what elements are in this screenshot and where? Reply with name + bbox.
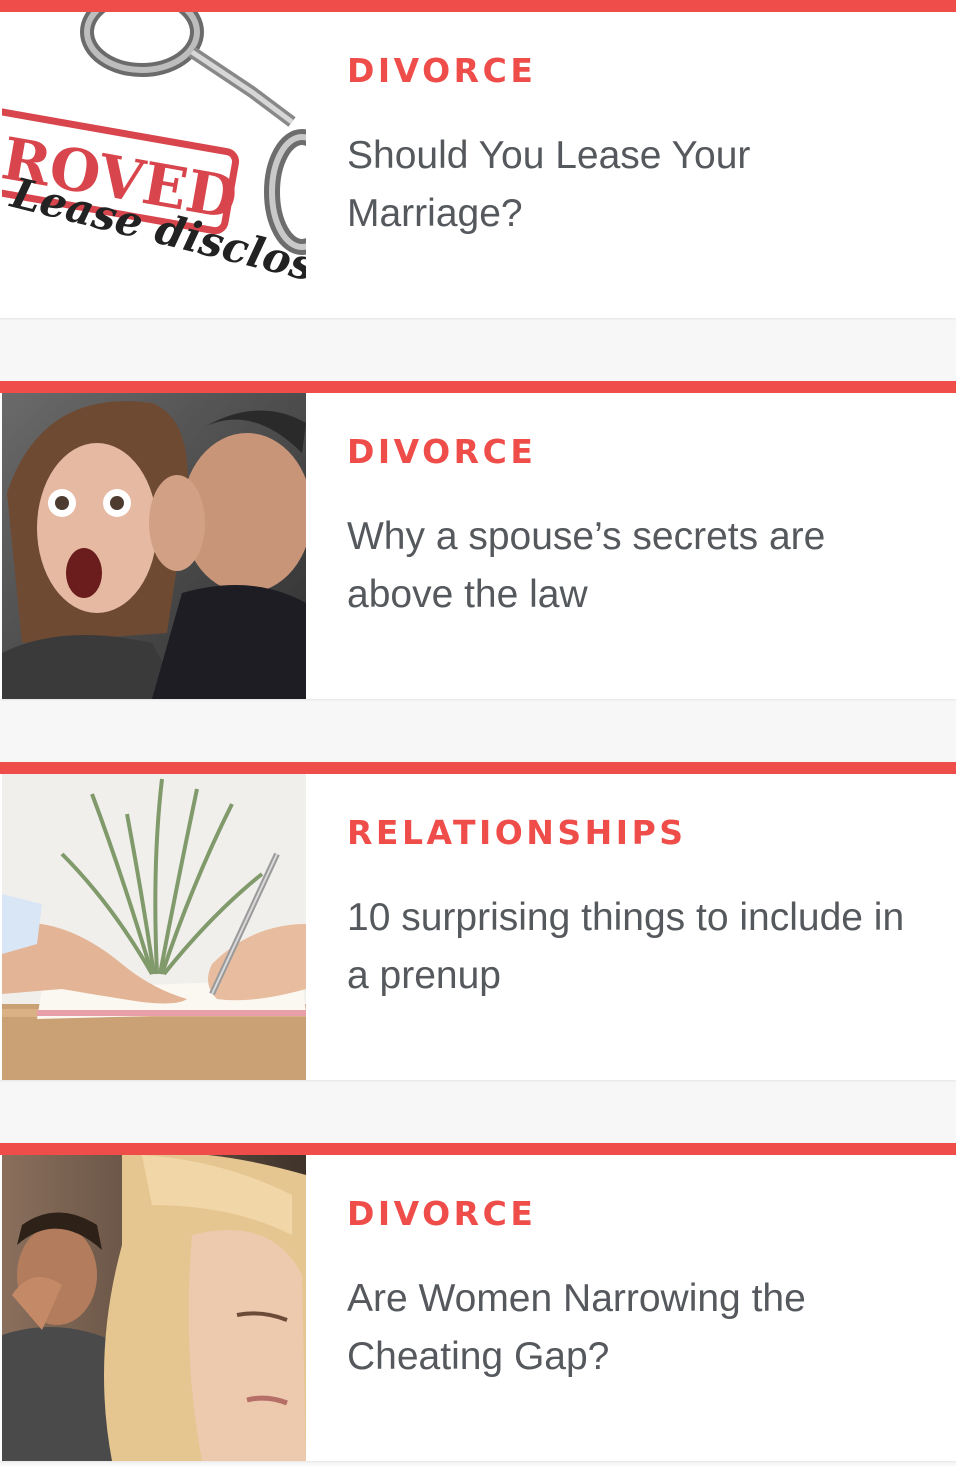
article-title-link[interactable]: Why a spouse’s secrets are above the law — [347, 508, 927, 624]
article-thumbnail[interactable] — [2, 393, 306, 699]
article-thumbnail[interactable] — [2, 774, 306, 1080]
category-link[interactable]: DIVORCE — [347, 433, 927, 471]
article-card[interactable]: ROVED Lease disclosu DIVORCE Should You … — [0, 0, 956, 318]
article-title-link[interactable]: Are Women Narrowing the Cheating Gap? — [347, 1270, 927, 1386]
article-card[interactable]: DIVORCE Why a spouse’s secrets are above… — [0, 381, 956, 699]
hands-signing-document-image — [2, 774, 306, 1080]
upset-woman-and-man-image — [2, 1155, 306, 1461]
article-card[interactable]: RELATIONSHIPS 10 surprising things to in… — [0, 762, 956, 1080]
article-title-link[interactable]: 10 surprising things to include in a pre… — [347, 889, 927, 1005]
article-title-link[interactable]: Should You Lease Your Marriage? — [347, 127, 927, 243]
category-link[interactable]: DIVORCE — [347, 1195, 927, 1233]
article-thumbnail[interactable] — [2, 1155, 306, 1461]
lease-document-handcuffs-image: ROVED Lease disclosu — [2, 12, 306, 318]
article-thumbnail[interactable]: ROVED Lease disclosu — [2, 12, 306, 318]
category-link[interactable]: DIVORCE — [347, 52, 927, 90]
category-link[interactable]: RELATIONSHIPS — [347, 814, 927, 852]
article-card[interactable]: DIVORCE Are Women Narrowing the Cheating… — [0, 1143, 956, 1461]
man-whispering-shocked-woman-image — [2, 393, 306, 699]
